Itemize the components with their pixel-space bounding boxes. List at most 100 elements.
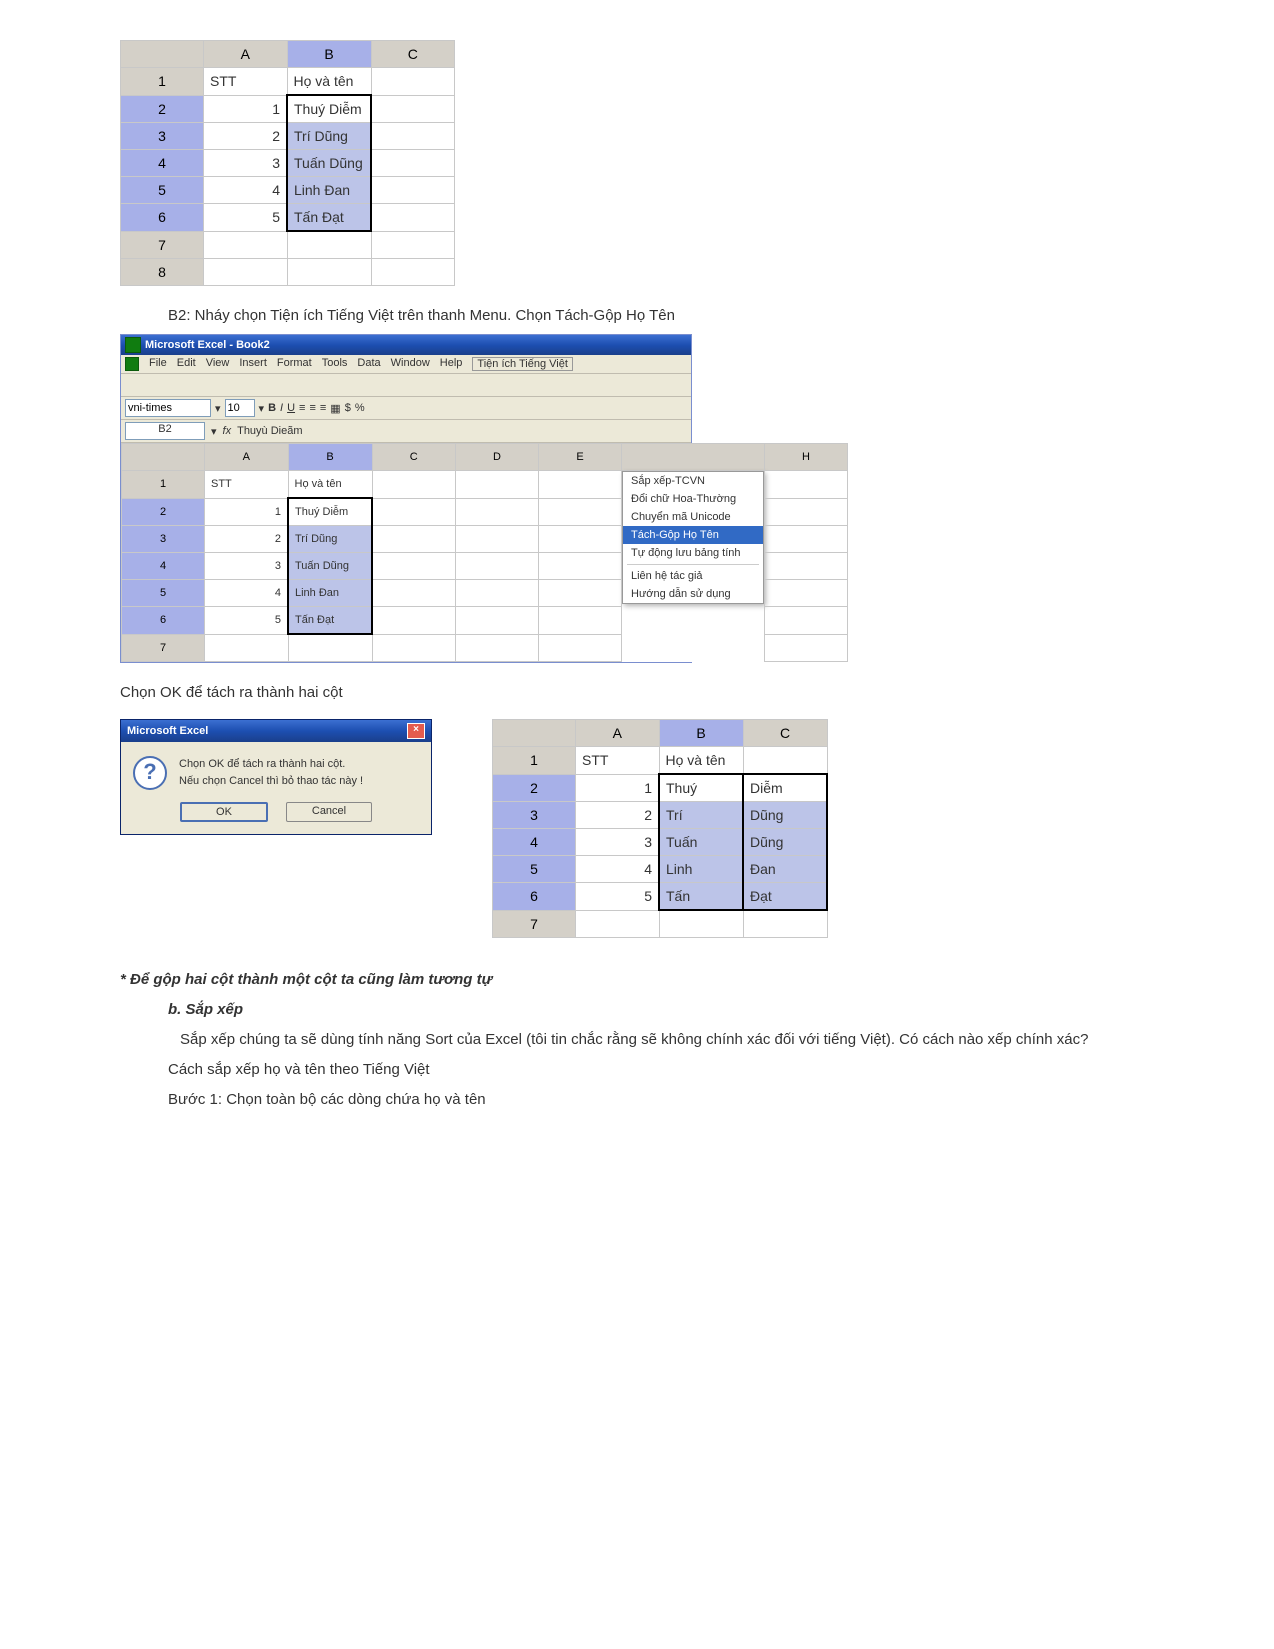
align-left-icon[interactable]: ≡: [299, 402, 305, 414]
cell[interactable]: Họ và tên: [288, 471, 372, 499]
col-header[interactable]: C: [743, 720, 827, 747]
redo-icon[interactable]: [325, 376, 343, 394]
cell[interactable]: [456, 580, 539, 607]
menu-tienich[interactable]: Tiện ích Tiếng Việt: [472, 357, 573, 371]
menu-item-tachgop[interactable]: Tách-Gộp Họ Tên: [623, 526, 763, 544]
col-header[interactable]: B: [659, 720, 743, 747]
row-header[interactable]: 5: [493, 856, 576, 883]
col-header[interactable]: B: [288, 444, 372, 471]
cell[interactable]: Linh Đan: [288, 580, 372, 607]
cell[interactable]: [372, 634, 456, 662]
row-header[interactable]: 5: [122, 580, 205, 607]
cell[interactable]: 2: [576, 802, 660, 829]
cell[interactable]: [765, 553, 848, 580]
row-header-4[interactable]: 4: [121, 150, 204, 177]
cell[interactable]: Đan: [743, 856, 827, 883]
cell[interactable]: Thuý: [659, 774, 743, 802]
row-header-5[interactable]: 5: [121, 177, 204, 204]
row-header-6[interactable]: 6: [121, 204, 204, 232]
align-right-icon[interactable]: ≡: [320, 402, 326, 414]
cell[interactable]: Thuý Diễm: [288, 498, 372, 526]
cell[interactable]: Tuấn Dũng: [288, 553, 372, 580]
spell-icon[interactable]: [225, 376, 243, 394]
paste-icon[interactable]: [285, 376, 303, 394]
menu-item-doichu[interactable]: Đổi chữ Hoa-Thường: [623, 490, 763, 508]
row-header[interactable]: 7: [122, 634, 205, 662]
row-header-7[interactable]: 7: [121, 231, 204, 259]
cell[interactable]: [371, 204, 455, 232]
col-header[interactable]: A: [205, 444, 289, 471]
fx-icon[interactable]: fx: [223, 425, 232, 437]
menu-window[interactable]: Window: [391, 357, 430, 371]
menu-edit[interactable]: Edit: [177, 357, 196, 371]
dialog-titlebar[interactable]: Microsoft Excel ×: [121, 720, 431, 742]
cell[interactable]: Đạt: [743, 883, 827, 911]
currency-icon[interactable]: $: [345, 402, 351, 414]
cell[interactable]: [765, 526, 848, 553]
col-header[interactable]: H: [765, 444, 848, 471]
corner-cell[interactable]: [121, 41, 204, 68]
col-header[interactable]: A: [576, 720, 660, 747]
cell[interactable]: Trí Dũng: [288, 526, 372, 553]
open-icon[interactable]: [145, 376, 163, 394]
cell[interactable]: [659, 910, 743, 938]
row-header[interactable]: 6: [493, 883, 576, 911]
cell[interactable]: [456, 634, 539, 662]
cell[interactable]: [539, 553, 622, 580]
cell[interactable]: 3: [204, 150, 288, 177]
cell[interactable]: 2: [205, 526, 289, 553]
font-size[interactable]: [225, 399, 255, 417]
cell[interactable]: Tuấn: [659, 829, 743, 856]
cell[interactable]: Tấn Đạt: [288, 607, 372, 635]
formula-value[interactable]: Thuyù Dieãm: [237, 425, 302, 437]
cell[interactable]: 2: [204, 123, 288, 150]
cell[interactable]: 3: [576, 829, 660, 856]
close-icon[interactable]: ×: [407, 723, 425, 739]
cell[interactable]: 1: [576, 774, 660, 802]
cell[interactable]: [372, 607, 456, 635]
row-header[interactable]: 4: [122, 553, 205, 580]
menu-item-tudongluu[interactable]: Tự động lưu bảng tính: [623, 544, 763, 562]
cell[interactable]: [456, 526, 539, 553]
menu-format[interactable]: Format: [277, 357, 312, 371]
col-header[interactable]: C: [372, 444, 456, 471]
menu-item-lienhe[interactable]: Liên hệ tác giả: [623, 567, 763, 585]
col-header-a[interactable]: A: [204, 41, 288, 68]
cell[interactable]: [765, 580, 848, 607]
dropdown-arrow-icon[interactable]: ▾: [215, 402, 221, 415]
cell[interactable]: 4: [205, 580, 289, 607]
menu-tools[interactable]: Tools: [322, 357, 348, 371]
name-box[interactable]: B2: [125, 422, 205, 440]
col-header-hidden[interactable]: [622, 444, 765, 471]
menu-item-huongdan[interactable]: Hướng dẫn sử dụng: [623, 585, 763, 603]
menu-data[interactable]: Data: [357, 357, 380, 371]
col-header-b[interactable]: B: [287, 41, 371, 68]
cut-icon[interactable]: [245, 376, 263, 394]
cell[interactable]: [371, 259, 455, 286]
cell[interactable]: 5: [205, 607, 289, 635]
cell[interactable]: [765, 498, 848, 526]
menu-item-sapxep[interactable]: Sắp xếp-TCVN: [623, 472, 763, 490]
row-header[interactable]: 2: [122, 498, 205, 526]
cell[interactable]: [371, 231, 455, 259]
cell[interactable]: [372, 553, 456, 580]
cell[interactable]: 1: [205, 498, 289, 526]
cell[interactable]: Tuấn Dũng: [287, 150, 371, 177]
cell[interactable]: [204, 231, 288, 259]
cell[interactable]: Diễm: [743, 774, 827, 802]
cell[interactable]: [456, 471, 539, 499]
underline-button[interactable]: U: [287, 402, 295, 414]
cell[interactable]: [287, 259, 371, 286]
col-header-c[interactable]: C: [371, 41, 455, 68]
row-header[interactable]: 6: [122, 607, 205, 635]
cell[interactable]: [204, 259, 288, 286]
cell[interactable]: STT: [204, 68, 288, 96]
menu-view[interactable]: View: [206, 357, 230, 371]
cell[interactable]: Trí Dũng: [287, 123, 371, 150]
row-header-3[interactable]: 3: [121, 123, 204, 150]
cell[interactable]: [765, 607, 848, 635]
cell[interactable]: [743, 747, 827, 775]
row-header[interactable]: 2: [493, 774, 576, 802]
cell[interactable]: 5: [576, 883, 660, 911]
preview-icon[interactable]: [205, 376, 223, 394]
